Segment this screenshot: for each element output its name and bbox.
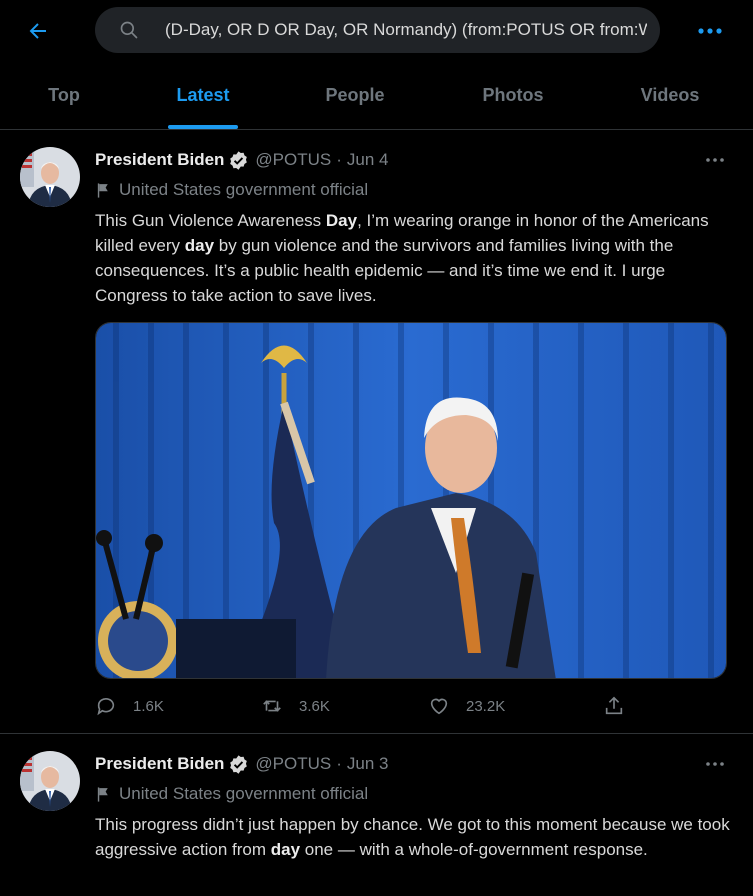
search-header [0, 0, 753, 60]
avatar[interactable] [20, 147, 80, 207]
tweet-date[interactable]: Jun 4 [347, 150, 389, 170]
more-horizontal-icon [706, 762, 724, 766]
search-box[interactable] [95, 7, 660, 53]
retweet-button[interactable]: 3.6K [261, 691, 330, 721]
account-label-text: United States government official [119, 180, 369, 199]
tab-latest[interactable]: Latest [153, 60, 253, 130]
like-button[interactable]: 23.2K [428, 691, 505, 721]
tweet-text-segment: This Gun Violence Awareness [95, 211, 326, 230]
account-label-text: United States government official [119, 784, 369, 803]
author-name[interactable]: President Biden [95, 150, 224, 170]
tab-photos[interactable]: Photos [463, 60, 563, 130]
back-button[interactable] [22, 15, 54, 47]
tweet-date[interactable]: Jun 3 [347, 754, 389, 774]
arrow-left-icon [29, 23, 46, 39]
tweet-text: This Gun Violence Awareness Day, I’m wea… [95, 208, 735, 308]
tweet-text: This progress didn’t just happen by chan… [95, 812, 735, 862]
active-tab-indicator [168, 125, 238, 129]
tweet-header: President Biden @POTUS · Jun 3 [95, 752, 389, 776]
tweet-photo[interactable] [95, 322, 727, 679]
flag-icon [97, 182, 108, 198]
search-tabs: Top Latest People Photos Videos [0, 60, 753, 130]
account-label: United States government official [95, 179, 368, 201]
search-icon [120, 21, 138, 39]
separator-dot: · [336, 754, 342, 773]
reply-count: 1.6K [133, 697, 164, 715]
heart-icon [430, 698, 448, 715]
like-count: 23.2K [466, 697, 506, 715]
highlighted-term: day [184, 236, 215, 255]
more-horizontal-icon [706, 158, 724, 162]
search-input[interactable] [165, 7, 647, 53]
highlighted-term: day [270, 840, 301, 859]
account-label: United States government official [95, 783, 368, 805]
share-icon [605, 696, 623, 715]
highlighted-term: Day [325, 211, 358, 230]
separator-dot: · [336, 150, 342, 169]
tweet-more-button[interactable] [700, 150, 730, 170]
tab-top[interactable]: Top [14, 60, 114, 130]
author-handle[interactable]: @POTUS [255, 150, 331, 170]
more-options-button[interactable] [692, 15, 728, 47]
reply-button[interactable]: 1.6K [95, 691, 164, 721]
share-button[interactable] [603, 691, 641, 721]
tweet[interactable]: President Biden @POTUS · Jun 4 United St… [0, 131, 753, 734]
flag-icon [97, 786, 108, 802]
tab-videos[interactable]: Videos [620, 60, 720, 130]
tweet[interactable]: President Biden @POTUS · Jun 3 United St… [0, 735, 753, 896]
reply-icon [97, 697, 115, 716]
retweet-count: 3.6K [299, 697, 330, 715]
tweet-header: President Biden @POTUS · Jun 4 [95, 148, 389, 172]
author-handle[interactable]: @POTUS [255, 754, 331, 774]
tweet-more-button[interactable] [700, 754, 730, 774]
retweet-icon [263, 700, 281, 712]
verified-badge-icon [230, 754, 248, 774]
author-name[interactable]: President Biden [95, 754, 224, 774]
avatar[interactable] [20, 751, 80, 811]
tab-people[interactable]: People [305, 60, 405, 130]
verified-badge-icon [230, 150, 248, 170]
tweet-text-segment: one — with a whole-of-government respons… [300, 840, 648, 859]
more-horizontal-icon [698, 28, 722, 34]
